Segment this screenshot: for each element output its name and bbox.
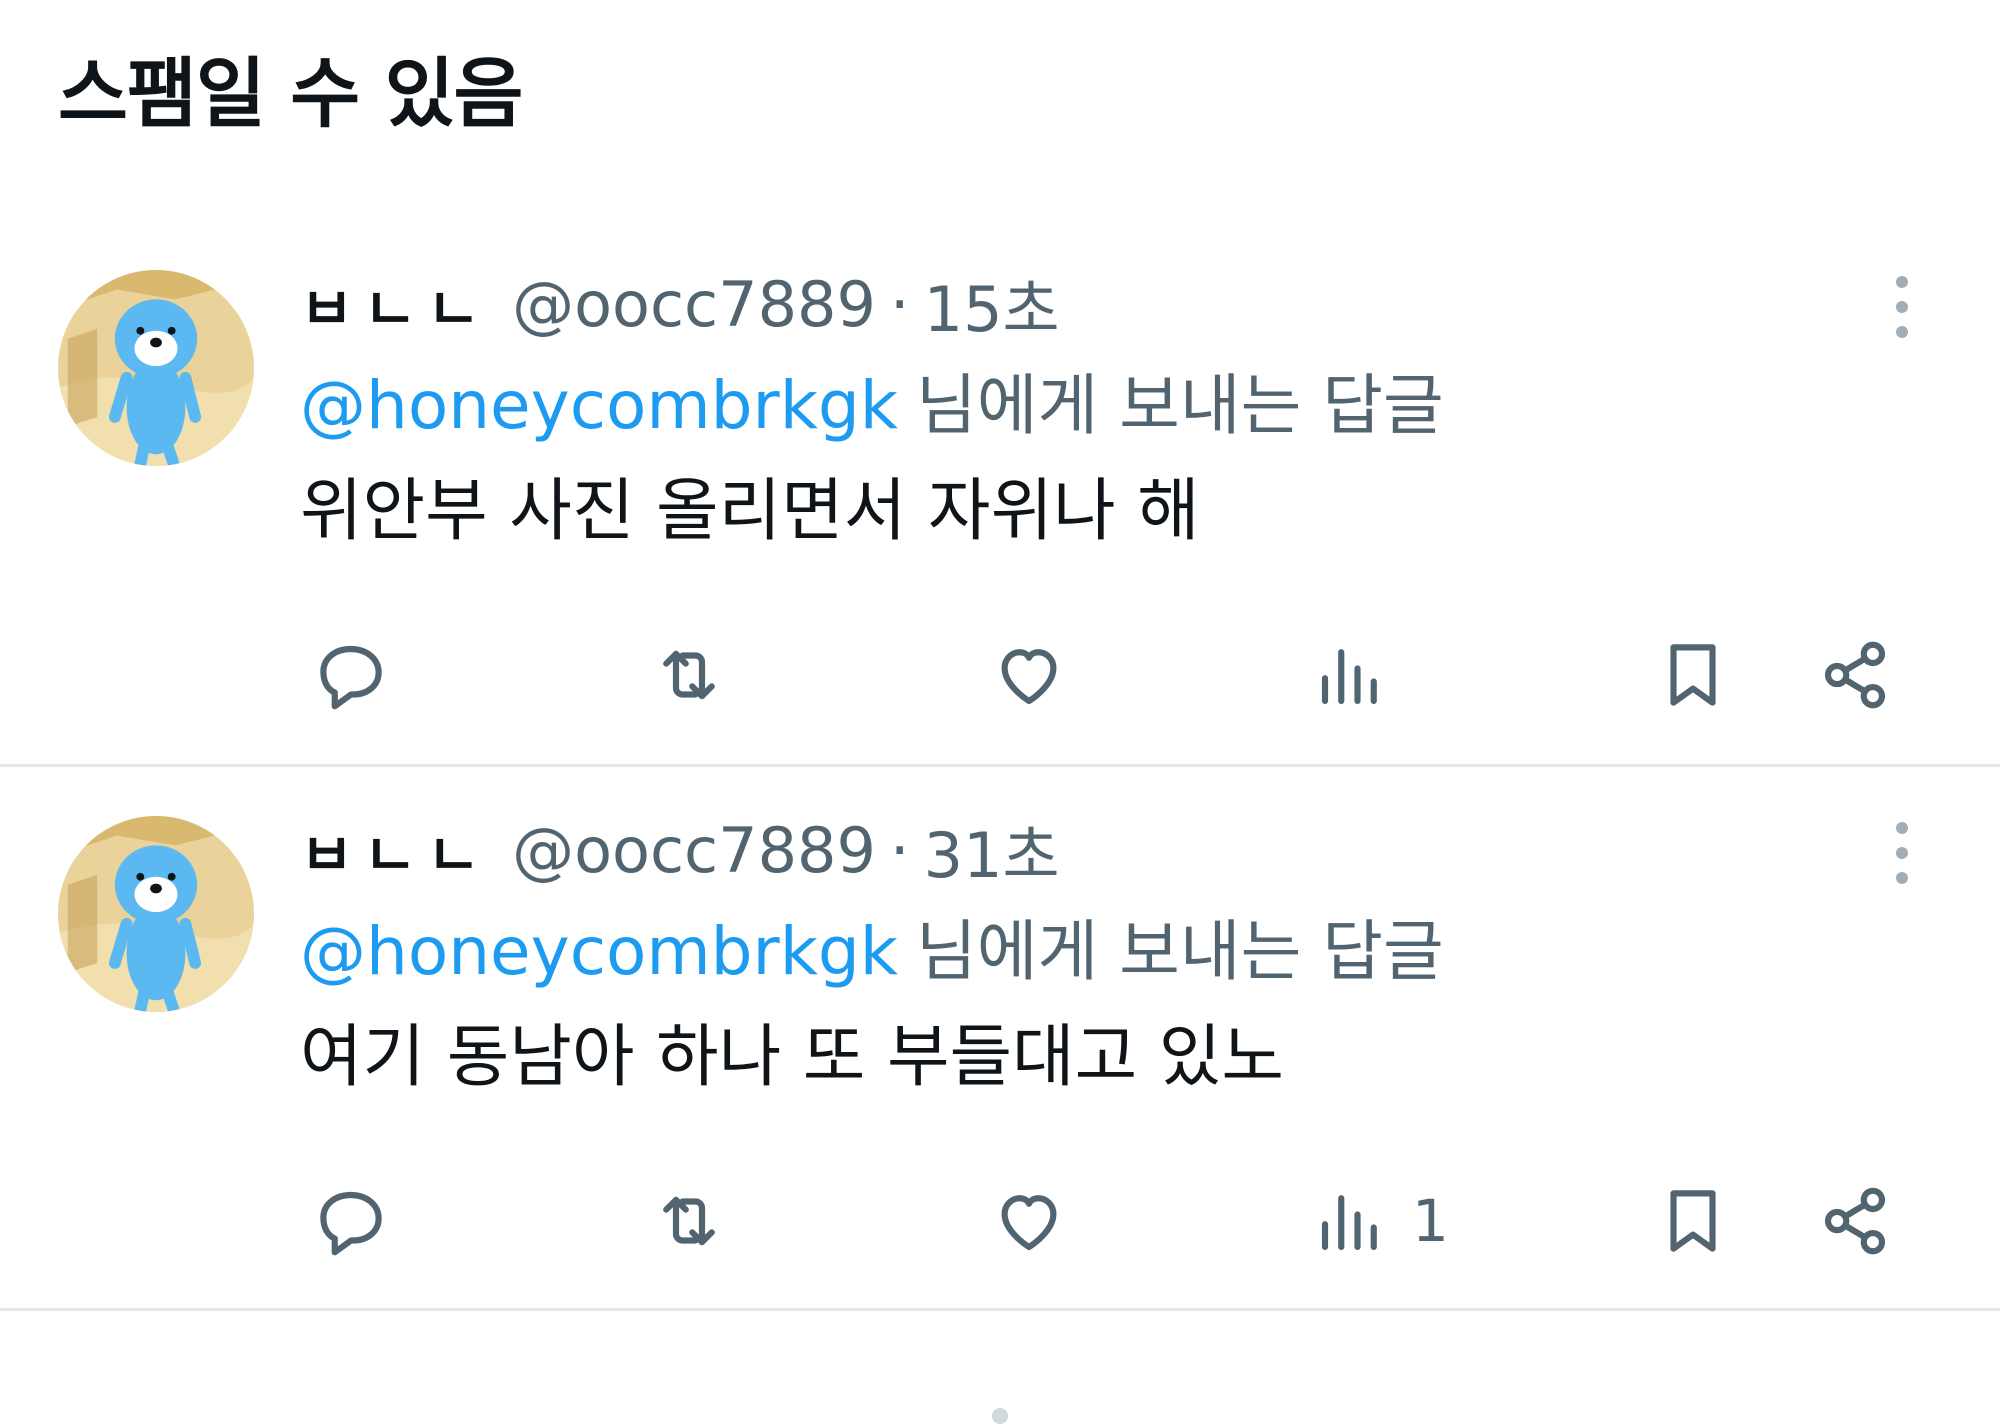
views-icon bbox=[1321, 1195, 1377, 1251]
tweet[interactable]: ㅂㄴㄴ @oocc7889 · 31초 @honeycombrkgk 님에게 보내… bbox=[0, 766, 2000, 1312]
heart-icon bbox=[1001, 1195, 1057, 1251]
reply-icon bbox=[320, 645, 382, 710]
avatar-image bbox=[58, 816, 254, 1012]
action-bar: 1 bbox=[0, 1166, 2000, 1276]
retweet-icon bbox=[663, 650, 715, 700]
timestamp[interactable]: 15초 bbox=[924, 259, 1060, 349]
reply-mention-link[interactable]: @honeycombrkgk bbox=[300, 913, 898, 990]
action-bar bbox=[0, 620, 2000, 730]
avatar[interactable] bbox=[58, 816, 254, 1012]
reply-context: @honeycombrkgk 님에게 보내는 답글 bbox=[300, 366, 1444, 446]
like-button[interactable] bbox=[990, 1166, 1068, 1276]
views-icon bbox=[1321, 649, 1377, 705]
tweet-header: ㅂㄴㄴ @oocc7889 · 15초 bbox=[300, 262, 1060, 347]
reply-mention-link[interactable]: @honeycombrkgk bbox=[300, 367, 898, 444]
bookmark-button[interactable] bbox=[1654, 620, 1732, 730]
retweet-icon bbox=[663, 1196, 715, 1246]
tweet-divider bbox=[0, 1308, 2000, 1311]
like-button[interactable] bbox=[990, 620, 1068, 730]
retweet-button[interactable] bbox=[650, 1166, 728, 1276]
bookmark-icon bbox=[1670, 644, 1716, 706]
retweet-button[interactable] bbox=[650, 620, 728, 730]
tweet[interactable]: ㅂㄴㄴ @oocc7889 · 15초 @honeycombrkgk 님에게 보내… bbox=[0, 220, 2000, 766]
views-button[interactable] bbox=[1312, 620, 1412, 730]
reply-context: @honeycombrkgk 님에게 보내는 답글 bbox=[300, 912, 1444, 992]
more-options-button[interactable] bbox=[1880, 272, 1924, 342]
share-button[interactable] bbox=[1816, 620, 1894, 730]
user-handle[interactable]: @oocc7889 bbox=[512, 814, 876, 887]
more-options-button[interactable] bbox=[1880, 818, 1924, 888]
timestamp[interactable]: 31초 bbox=[924, 805, 1060, 895]
views-button[interactable]: 1 bbox=[1312, 1166, 1449, 1276]
reply-icon bbox=[320, 1191, 382, 1256]
reply-button[interactable] bbox=[312, 620, 390, 730]
reply-context-suffix: 님에게 보내는 답글 bbox=[916, 367, 1444, 444]
display-name[interactable]: ㅂㄴㄴ bbox=[300, 808, 490, 892]
loading-indicator bbox=[992, 1408, 1008, 1424]
tweet-header: ㅂㄴㄴ @oocc7889 · 31초 bbox=[300, 808, 1060, 893]
share-icon bbox=[1824, 641, 1886, 709]
section-title: 스팸일 수 있음 bbox=[58, 49, 523, 138]
user-handle[interactable]: @oocc7889 bbox=[512, 268, 876, 341]
bookmark-button[interactable] bbox=[1654, 1166, 1732, 1276]
tweet-text: 여기 동남아 하나 또 부들대고 있노 bbox=[300, 1018, 1284, 1097]
bookmark-icon bbox=[1670, 1190, 1716, 1252]
display-name[interactable]: ㅂㄴㄴ bbox=[300, 262, 490, 346]
share-button[interactable] bbox=[1816, 1166, 1894, 1276]
tweet-text: 위안부 사진 올리면서 자위나 해 bbox=[300, 472, 1200, 551]
reply-context-suffix: 님에게 보내는 답글 bbox=[916, 913, 1444, 990]
more-icon bbox=[1896, 822, 1908, 884]
views-count: 1 bbox=[1412, 1187, 1449, 1255]
more-icon bbox=[1896, 276, 1908, 338]
separator-dot: · bbox=[889, 813, 910, 887]
separator-dot: · bbox=[889, 267, 910, 341]
avatar[interactable] bbox=[58, 270, 254, 466]
reply-button[interactable] bbox=[312, 1166, 390, 1276]
avatar-image bbox=[58, 270, 254, 466]
share-icon bbox=[1824, 1187, 1886, 1255]
heart-icon bbox=[1001, 649, 1057, 705]
